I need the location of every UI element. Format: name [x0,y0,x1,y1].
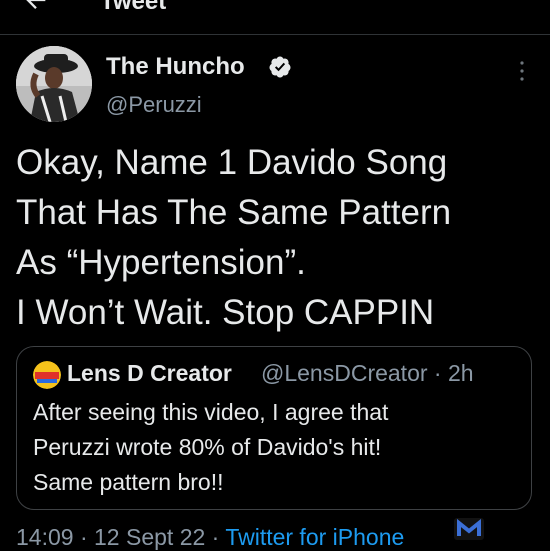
tweet-line: That Has The Same Pattern [16,193,452,232]
tweet-time[interactable]: 14:09 [16,524,74,550]
tweet-line: As “Hypertension”. [16,243,306,282]
meta-separator: · [205,524,226,550]
meta-separator: · [73,524,95,550]
avatar-image [16,46,92,122]
quoted-tweet[interactable]: Lens D Creator @LensDCreator · 2h After … [16,346,532,510]
lens-logo-icon [33,361,61,389]
quoted-line: Peruzzi wrote 80% of Davido's hit! [33,434,382,460]
avatar[interactable] [16,46,92,122]
tweet-text: Okay, Name 1 Davido Song That Has The Sa… [16,138,536,338]
verified-badge-icon [269,56,291,78]
quoted-line: Same pattern bro!! [33,469,224,495]
arrow-left-icon[interactable] [22,0,50,14]
tweet-line: Okay, Name 1 Davido Song [16,143,448,182]
quoted-line: After seeing this video, I agree that [33,399,389,425]
author-name[interactable]: The Huncho [106,53,245,81]
watermark-logo-icon [454,518,484,540]
top-bar: Tweet [0,0,550,35]
tweet-meta: 14:09 · 12 Sept 22 · Twitter for iPhone [16,524,404,551]
author-handle[interactable]: @Peruzzi [106,92,202,118]
tweet-line: I Won’t Wait. Stop CAPPIN [16,293,435,332]
more-options-icon[interactable] [517,59,527,83]
quoted-text: After seeing this video, I agree that Pe… [33,395,523,500]
page-title: Tweet [100,0,167,15]
quoted-author-name: Lens D Creator [67,360,232,386]
quoted-handle-time: @LensDCreator · 2h [261,360,474,386]
tweet-source-link[interactable]: Twitter for iPhone [225,524,404,550]
tweet-date[interactable]: 12 Sept 22 [94,524,205,550]
quoted-avatar [33,361,61,389]
